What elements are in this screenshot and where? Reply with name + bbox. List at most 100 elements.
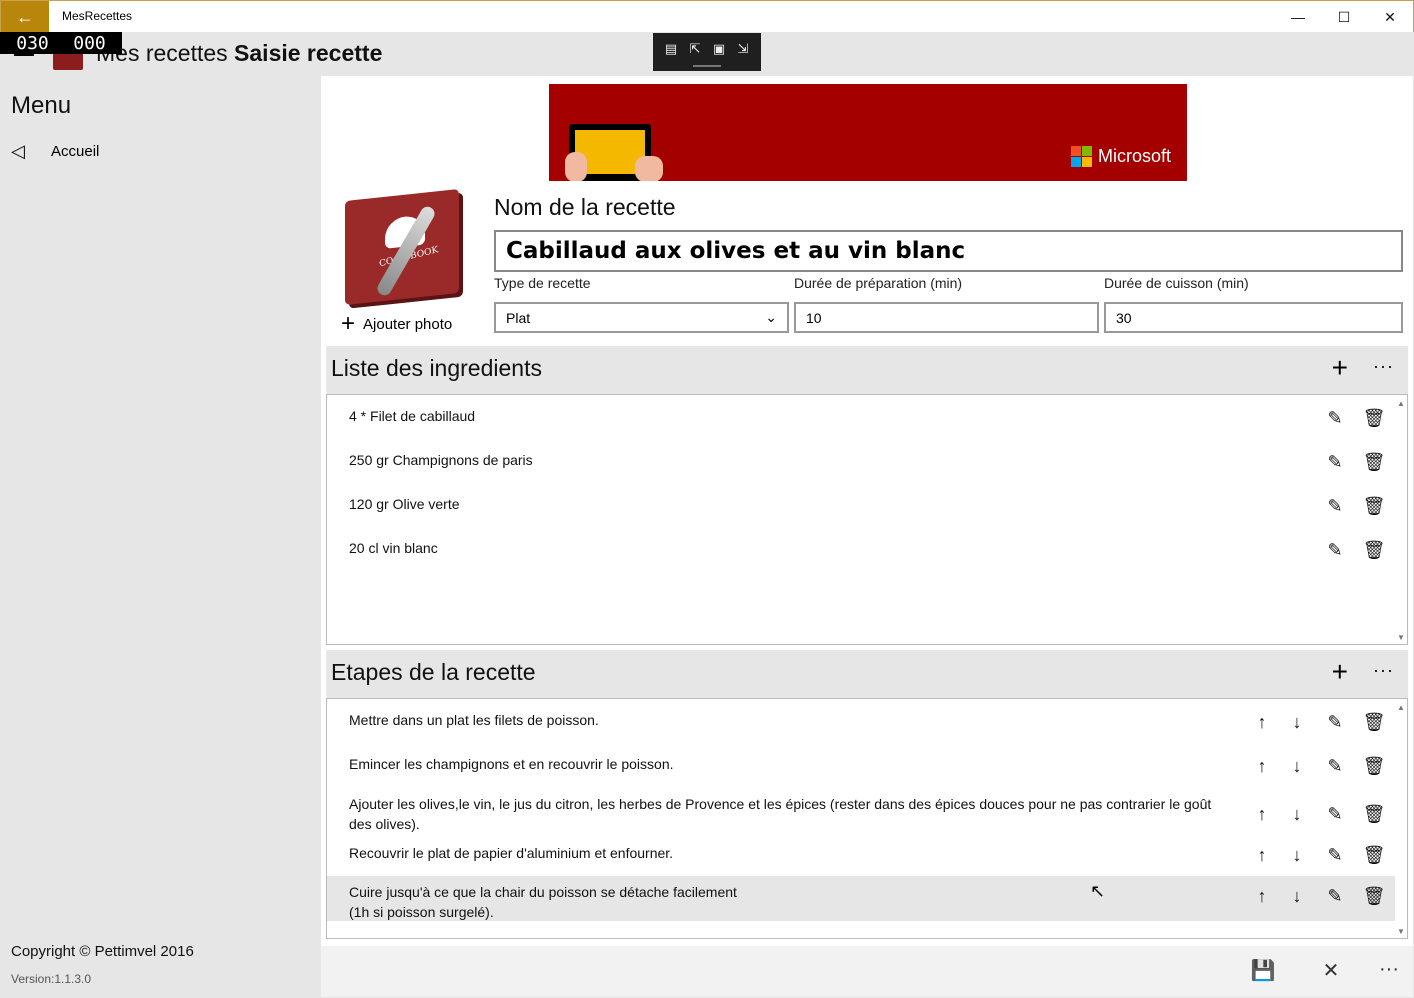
cancel-button[interactable]: ✕ [1316, 958, 1346, 983]
prep-time-input[interactable]: 10 [794, 302, 1099, 333]
edit-icon[interactable]: ✎ [1323, 408, 1347, 429]
edit-icon[interactable]: ✎ [1323, 452, 1347, 473]
trash-icon[interactable]: 🗑 [1362, 845, 1386, 866]
scroll-down-icon[interactable]: ▼ [1397, 633, 1405, 642]
back-button[interactable]: ← [1, 1, 49, 33]
trash-icon[interactable]: 🗑 [1362, 496, 1386, 517]
chevron-down-icon: ⌄ [765, 309, 777, 325]
arrow-up-icon[interactable]: ↑ [1250, 845, 1274, 866]
trash-icon[interactable]: 🗑 [1362, 804, 1386, 825]
ingredients-more-button[interactable]: ··· [1373, 356, 1394, 377]
step-text: Mettre dans un plat les filets de poisso… [349, 712, 599, 728]
select-element-icon[interactable]: ⇱ [686, 41, 704, 57]
add-ingredient-button[interactable]: + [1332, 354, 1348, 382]
maximize-icon: ☐ [1337, 8, 1351, 25]
steps-list: Mettre dans un plat les filets de poisso… [326, 698, 1408, 939]
microsoft-brand: Microsoft [1070, 146, 1171, 167]
hamburger-icon[interactable] [14, 54, 34, 56]
plus-icon: + [341, 310, 356, 337]
copyright-text: Copyright © Pettimvel 2016 [11, 943, 194, 960]
back-arrow-icon: ← [16, 6, 34, 27]
trash-icon[interactable]: 🗑 [1362, 756, 1386, 777]
minimize-icon: — [1291, 9, 1305, 25]
close-window-button[interactable]: ✕ [1367, 1, 1413, 33]
edit-icon[interactable]: ✎ [1323, 540, 1347, 561]
trash-icon[interactable]: 🗑 [1362, 452, 1386, 473]
arrow-down-icon[interactable]: ↓ [1285, 886, 1309, 907]
mouse-cursor-icon: ↖ [1090, 881, 1106, 901]
list-item[interactable]: Ajouter les olives,le vin, le jus du cit… [327, 794, 1395, 838]
main-content: Microsoft COOK BOOK + Ajouter photo Nom … [321, 76, 1413, 946]
recipe-name-input[interactable] [494, 230, 1403, 272]
arrow-down-icon[interactable]: ↓ [1285, 804, 1309, 825]
list-item[interactable]: Recouvrir le plat de papier d'aluminium … [327, 845, 1395, 875]
arrow-down-icon[interactable]: ↓ [1285, 712, 1309, 733]
recipe-type-select[interactable]: Plat ⌄ [494, 302, 789, 333]
ingredient-text: 4 * Filet de cabillaud [349, 408, 476, 424]
sidebar-item-home[interactable]: ◁ Accueil [11, 136, 311, 166]
ad-brand-text: Microsoft [1097, 146, 1171, 166]
list-item[interactable]: Cuire jusqu'à ce que la chair du poisson… [327, 876, 1395, 921]
live-tree-icon[interactable]: ▤ [662, 41, 680, 57]
track-focus-icon[interactable]: ⇲ [734, 41, 752, 57]
edit-icon[interactable]: ✎ [1323, 804, 1347, 825]
trash-icon[interactable]: 🗑 [1362, 712, 1386, 733]
list-item[interactable]: 120 gr Olive verte ✎ 🗑 [327, 496, 1395, 526]
arrow-up-icon[interactable]: ↑ [1250, 804, 1274, 825]
ingredient-text: 250 gr Champignons de paris [349, 452, 533, 468]
edit-icon[interactable]: ✎ [1323, 886, 1347, 907]
arrow-down-icon[interactable]: ↓ [1285, 756, 1309, 777]
add-photo-button[interactable]: + Ajouter photo [341, 310, 453, 337]
edit-icon[interactable]: ✎ [1323, 756, 1347, 777]
scroll-down-icon[interactable]: ▼ [1397, 927, 1405, 936]
add-photo-label: Ajouter photo [363, 315, 453, 333]
steps-more-button[interactable]: ··· [1373, 660, 1394, 681]
version-text: Version:1.1.3.0 [11, 972, 92, 986]
send-icon: ◁ [11, 140, 25, 161]
save-button[interactable]: 💾 [1248, 958, 1278, 983]
arrow-up-icon[interactable]: ↑ [1250, 756, 1274, 777]
scroll-up-icon[interactable]: ▲ [1397, 703, 1405, 712]
recipe-type-value: Plat [506, 309, 531, 326]
maximize-button[interactable]: ☐ [1321, 1, 1367, 33]
layout-adorner-icon[interactable]: ▣ [710, 41, 728, 57]
ingredients-scrollbar[interactable]: ▲ ▼ [1397, 399, 1405, 642]
cook-time-input[interactable]: 30 [1104, 302, 1403, 333]
frame-counter-right: 000 [73, 32, 106, 54]
frame-rate-counter: 030 000 [0, 32, 122, 54]
trash-icon[interactable]: 🗑 [1362, 886, 1386, 907]
minimize-button[interactable]: — [1275, 1, 1321, 33]
page-subtitle: Saisie recette [234, 40, 383, 66]
ingredients-list: 4 * Filet de cabillaud ✎ 🗑 250 gr Champi… [326, 394, 1408, 645]
add-step-button[interactable]: + [1332, 658, 1348, 686]
step-text: Ajouter les olives,le vin, le jus du cit… [349, 796, 1212, 832]
trash-icon[interactable]: 🗑 [1362, 540, 1386, 561]
list-item[interactable]: 4 * Filet de cabillaud ✎ 🗑 [327, 408, 1395, 438]
ingredient-text: 20 cl vin blanc [349, 540, 438, 556]
arrow-up-icon[interactable]: ↑ [1250, 886, 1274, 907]
window-titlebar: ← MesRecettes — ☐ ✕ [0, 0, 1414, 33]
recipe-type-label: Type de recette [494, 275, 591, 291]
cook-time-value: 30 [1116, 309, 1132, 326]
list-item[interactable]: Emincer les champignons et en recouvrir … [327, 756, 1395, 786]
menu-title: Menu [11, 92, 72, 119]
frame-counter-left: 030 [16, 32, 49, 54]
toolbar-grip[interactable] [693, 65, 721, 67]
list-item[interactable]: 20 cl vin blanc ✎ 🗑 [327, 540, 1395, 570]
sidebar: Menu ◁ Accueil Copyright © Pettimvel 201… [1, 76, 321, 997]
save-icon: 💾 [1250, 960, 1276, 982]
scroll-up-icon[interactable]: ▲ [1397, 399, 1405, 408]
recipe-photo[interactable]: COOK BOOK [341, 189, 467, 306]
command-bar-more-button[interactable]: ··· [1374, 958, 1404, 981]
advertisement-banner[interactable]: Microsoft [549, 84, 1187, 181]
edit-icon[interactable]: ✎ [1323, 845, 1347, 866]
steps-scrollbar[interactable]: ▲ ▼ [1397, 703, 1405, 936]
list-item[interactable]: 250 gr Champignons de paris ✎ 🗑 [327, 452, 1395, 482]
edit-icon[interactable]: ✎ [1323, 712, 1347, 733]
edit-icon[interactable]: ✎ [1323, 496, 1347, 517]
arrow-down-icon[interactable]: ↓ [1285, 845, 1309, 866]
arrow-up-icon[interactable]: ↑ [1250, 712, 1274, 733]
trash-icon[interactable]: 🗑 [1362, 408, 1386, 429]
list-item[interactable]: Mettre dans un plat les filets de poisso… [327, 712, 1395, 742]
steps-title: Etapes de la recette [331, 659, 536, 685]
